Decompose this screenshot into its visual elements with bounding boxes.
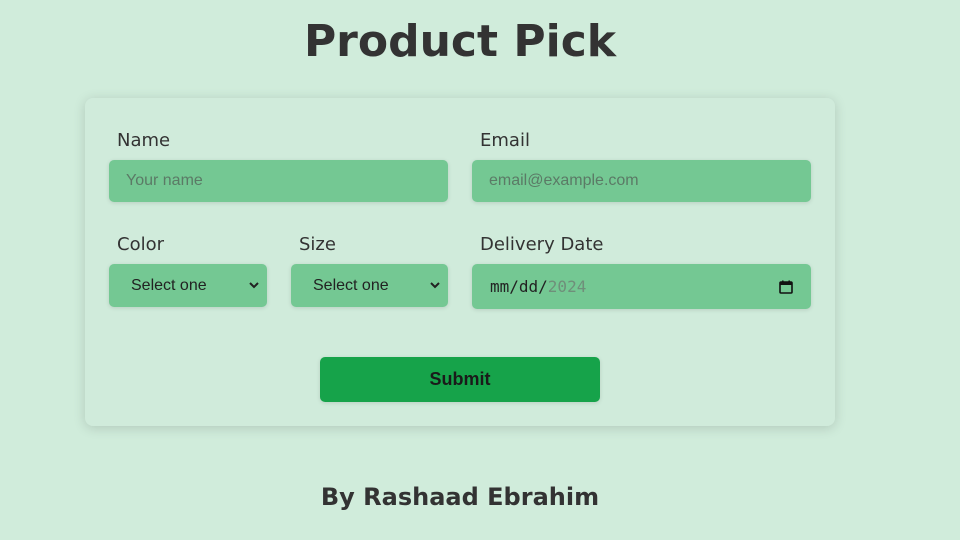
name-input[interactable]	[109, 160, 448, 202]
color-select-value: Select one	[131, 276, 207, 294]
size-label: Size	[299, 234, 336, 255]
email-input[interactable]	[472, 160, 811, 202]
delivery-date-input[interactable]: mm/dd/ 2024	[472, 264, 811, 309]
product-form: Name Email Color Select one Size Select …	[85, 98, 835, 426]
chevron-down-icon	[430, 280, 440, 292]
delivery-date-label: Delivery Date	[480, 234, 604, 255]
date-format-prefix: mm/dd/	[490, 277, 548, 296]
calendar-icon[interactable]	[779, 280, 793, 294]
email-label: Email	[480, 130, 530, 151]
submit-button[interactable]: Submit	[320, 357, 600, 402]
chevron-down-icon	[249, 280, 259, 292]
color-label: Color	[117, 234, 164, 255]
size-select-value: Select one	[313, 276, 389, 294]
size-select[interactable]: Select one	[291, 264, 448, 307]
name-label: Name	[117, 130, 171, 151]
date-year: 2024	[547, 277, 587, 296]
author-credit: By Rashaad Ebrahim	[320, 483, 600, 511]
page-title: Product Pick	[303, 16, 617, 67]
color-select[interactable]: Select one	[109, 264, 267, 307]
